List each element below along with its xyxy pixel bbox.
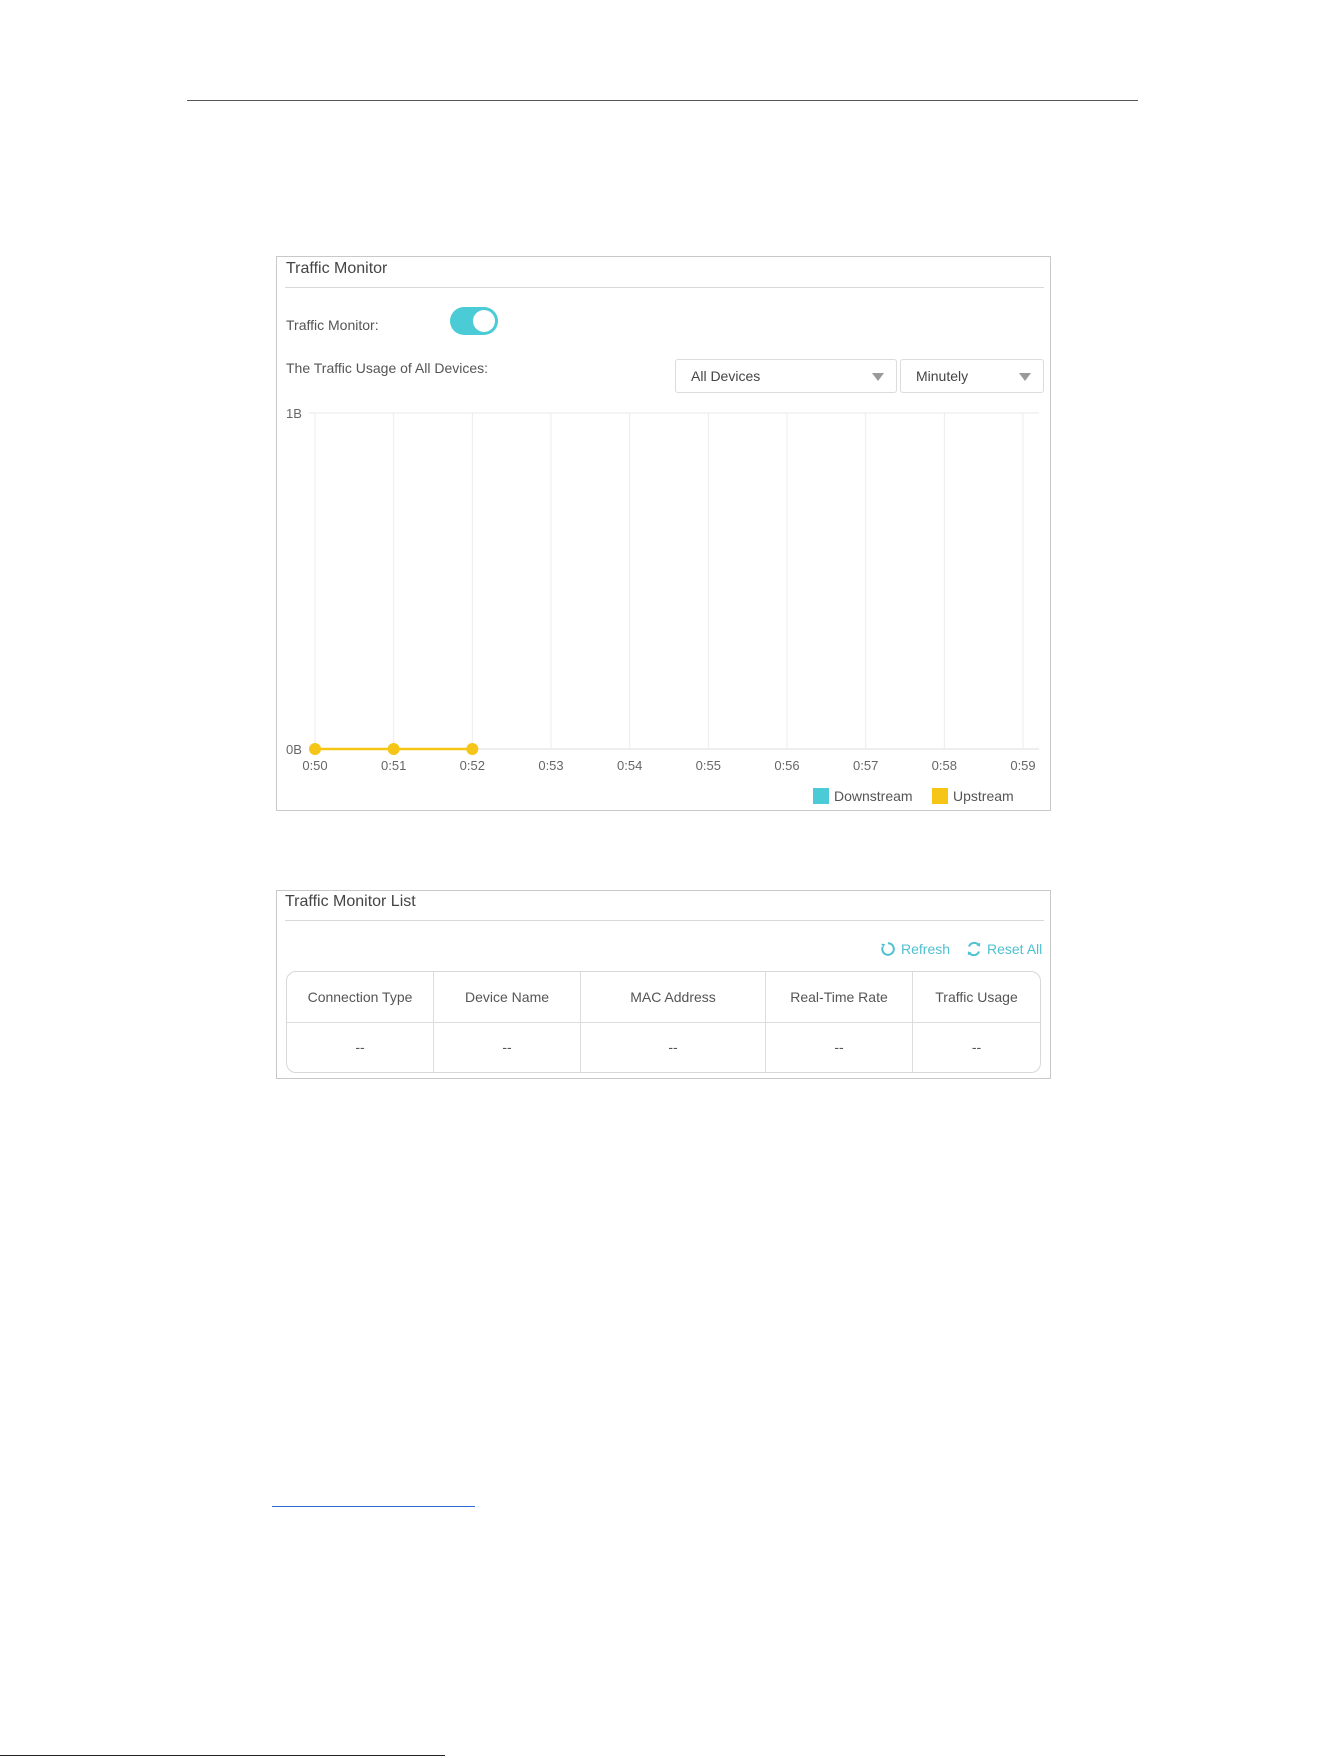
table-cell: -- (287, 1022, 434, 1072)
upstream-legend-label: Upstream (953, 788, 1014, 804)
y-tick-label: 1B (286, 406, 302, 421)
x-tick-label: 0:58 (932, 758, 957, 773)
footer-rule (0, 1755, 445, 1756)
y-tick-label: 0B (286, 742, 302, 757)
refresh-icon (881, 942, 895, 956)
refresh-label: Refresh (901, 941, 951, 957)
upstream-data-point (309, 743, 321, 755)
x-tick-label: 0:56 (774, 758, 799, 773)
table-cell: -- (971, 1039, 982, 1055)
traffic-chart: 0:50 0:51 0:52 0:53 0:54 0:55 0:56 0:57 0:58 0:59… (286, 406, 1039, 773)
column-header: Device Name (434, 972, 581, 1022)
table-header-row: Connection Type Device Name MAC Address … (287, 972, 1040, 1023)
x-tick-label: 0:57 (853, 758, 878, 773)
table-cell: -- (766, 1022, 913, 1072)
table-cell: -- (434, 1022, 581, 1072)
x-tick-label: 0:55 (696, 758, 721, 773)
x-tick-label: 0:53 (538, 758, 563, 773)
column-header: Traffic Usage (935, 989, 1018, 1005)
reset-all-label: Reset All (987, 941, 1043, 957)
header-rule (187, 100, 1138, 101)
upstream-data-point (466, 743, 479, 755)
downstream-legend-swatch (813, 788, 829, 804)
x-tick-label: 0:54 (617, 758, 642, 773)
panel-title: Traffic Monitor List (285, 893, 416, 910)
traffic-monitor-list-panel: Traffic Monitor List Refresh Reset All C… (276, 890, 1051, 1079)
panel-divider (285, 920, 1044, 921)
reset-all-button[interactable]: Reset All (966, 941, 1042, 957)
table-row: -- -- -- -- -- (287, 1022, 1040, 1072)
x-tick-label: 0:50 (302, 758, 327, 773)
upstream-legend-swatch (932, 788, 948, 804)
x-tick-label: 0:59 (1010, 758, 1035, 773)
downstream-legend-label: Downstream (834, 788, 913, 804)
column-header: Connection Type (287, 972, 434, 1022)
column-header: Real-Time Rate (766, 972, 913, 1022)
column-header: MAC Address (581, 972, 766, 1022)
footer-link-underline[interactable] (272, 1506, 475, 1507)
x-tick-label: 0:51 (381, 758, 406, 773)
refresh-button[interactable]: Refresh (880, 941, 950, 957)
traffic-monitor-table: Connection Type Device Name MAC Address … (286, 971, 1041, 1073)
table-cell: -- (581, 1022, 766, 1072)
traffic-monitor-panel: Traffic Monitor Traffic Monitor: The Tra… (276, 256, 1051, 811)
upstream-data-point (387, 743, 400, 755)
x-tick-label: 0:52 (460, 758, 485, 773)
reset-icon (967, 941, 981, 957)
